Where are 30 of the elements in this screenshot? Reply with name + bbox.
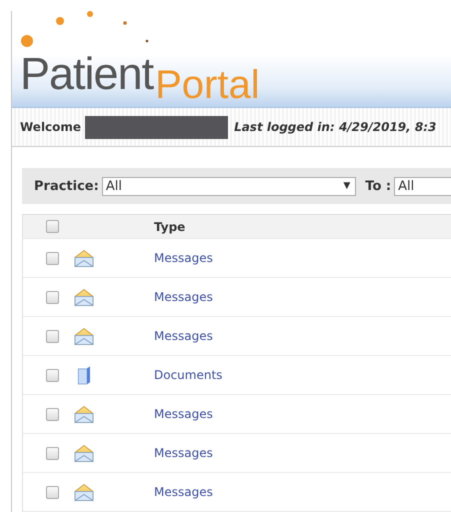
type-link[interactable]: Messages xyxy=(154,446,213,460)
filter-label: Practice: xyxy=(34,178,99,194)
envelope-icon xyxy=(74,482,94,502)
envelope-icon xyxy=(74,288,94,306)
dropdown[interactable]: All ▼ xyxy=(102,176,356,196)
row-checkbox[interactable] xyxy=(46,446,59,460)
welcome-text: Welcome xyxy=(20,120,82,134)
logo-text: Portal xyxy=(155,65,260,105)
row-checkbox[interactable] xyxy=(46,368,59,382)
type-link[interactable]: Messages xyxy=(154,329,213,343)
type-link[interactable]: Messages xyxy=(154,290,213,304)
type-link[interactable]: Messages xyxy=(154,407,213,421)
row-checkbox[interactable] xyxy=(46,330,59,342)
type-link[interactable]: Messages xyxy=(154,485,213,499)
type-link[interactable]: Documents xyxy=(154,368,222,382)
row-checkbox[interactable] xyxy=(46,252,59,264)
row-checkbox[interactable] xyxy=(46,486,59,498)
row-checkbox[interactable] xyxy=(46,408,59,420)
column-header: Type xyxy=(154,220,186,234)
envelope-icon xyxy=(74,404,94,424)
envelope-icon xyxy=(74,326,94,346)
type-link[interactable]: Messages xyxy=(154,251,213,265)
envelope-icon xyxy=(74,248,94,268)
row-checkbox[interactable] xyxy=(46,290,59,304)
filter-label: To : xyxy=(365,178,392,194)
envelope-icon xyxy=(74,444,94,462)
logo-text: Patient xyxy=(20,51,154,96)
select-all-checkbox[interactable] xyxy=(46,220,59,233)
dropdown[interactable]: All xyxy=(394,176,451,196)
last-login-text: Last logged in: 4/29/2019, 8:3 xyxy=(234,120,436,134)
